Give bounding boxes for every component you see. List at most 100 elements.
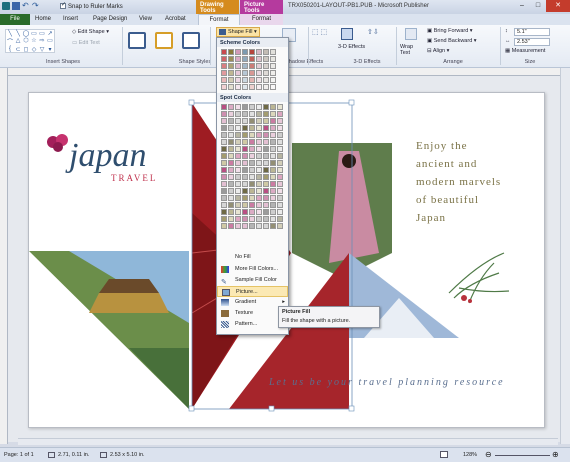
scheme-color-swatch[interactable] bbox=[235, 70, 241, 76]
three-d-tilt-icon[interactable]: ⬚ ⬚ bbox=[312, 28, 327, 36]
spot-color-swatch[interactable] bbox=[263, 223, 269, 229]
spot-color-swatch[interactable] bbox=[235, 104, 241, 110]
tagline-text[interactable]: Let us be your travel planning resource bbox=[269, 377, 505, 388]
zoom-in-button[interactable]: ⊕ bbox=[552, 450, 559, 459]
spot-color-swatch[interactable] bbox=[256, 174, 262, 180]
spot-color-swatch[interactable] bbox=[221, 209, 227, 215]
spot-color-swatch[interactable] bbox=[242, 132, 248, 138]
spot-color-swatch[interactable] bbox=[270, 202, 276, 208]
spot-color-swatch[interactable] bbox=[270, 174, 276, 180]
spot-color-swatch[interactable] bbox=[235, 153, 241, 159]
spot-color-swatch[interactable] bbox=[277, 153, 283, 159]
spot-color-swatch[interactable] bbox=[277, 139, 283, 145]
spot-color-swatch[interactable] bbox=[249, 125, 255, 131]
spot-color-swatch[interactable] bbox=[242, 160, 248, 166]
spot-color-swatch[interactable] bbox=[256, 223, 262, 229]
scheme-color-swatch[interactable] bbox=[235, 84, 241, 90]
scheme-color-swatch[interactable] bbox=[263, 84, 269, 90]
spot-color-swatch[interactable] bbox=[242, 202, 248, 208]
spot-color-swatch[interactable] bbox=[249, 209, 255, 215]
spot-color-swatch[interactable] bbox=[235, 188, 241, 194]
spot-color-swatch[interactable] bbox=[249, 188, 255, 194]
scheme-color-swatch[interactable] bbox=[235, 56, 241, 62]
maximize-button[interactable]: □ bbox=[530, 0, 546, 12]
spot-color-swatch[interactable] bbox=[235, 209, 241, 215]
spot-color-swatch[interactable] bbox=[221, 181, 227, 187]
spot-color-swatch[interactable] bbox=[263, 216, 269, 222]
spot-color-swatch[interactable] bbox=[235, 202, 241, 208]
tab-picture-format[interactable]: Format bbox=[240, 14, 283, 25]
spot-color-swatch[interactable] bbox=[270, 104, 276, 110]
spot-color-swatch[interactable] bbox=[256, 104, 262, 110]
horizontal-ruler[interactable] bbox=[8, 68, 570, 76]
three-d-nudge-icon[interactable]: ⇧⇩ bbox=[367, 28, 379, 36]
scheme-color-swatch[interactable] bbox=[256, 84, 262, 90]
spot-color-swatch[interactable] bbox=[235, 132, 241, 138]
spot-color-swatch[interactable] bbox=[256, 139, 262, 145]
spot-color-swatch[interactable] bbox=[270, 188, 276, 194]
spot-color-swatch[interactable] bbox=[242, 181, 248, 187]
scheme-color-swatch[interactable] bbox=[242, 56, 248, 62]
spot-color-swatch[interactable] bbox=[249, 195, 255, 201]
scheme-color-swatch[interactable] bbox=[249, 56, 255, 62]
scheme-color-swatch[interactable] bbox=[270, 56, 276, 62]
spot-color-swatch[interactable] bbox=[263, 174, 269, 180]
shapes-gallery[interactable]: ╲ ╲ ◯ ▭ ▭ ↗ ⌒ △ ⬡ ☆ ⇨ ▭ {⊂ ◻ ◇ ▽ ▾ bbox=[5, 29, 55, 53]
spot-color-swatch[interactable] bbox=[228, 118, 234, 124]
spot-color-swatch[interactable] bbox=[221, 118, 227, 124]
scheme-color-swatch[interactable] bbox=[256, 63, 262, 69]
spot-color-swatch[interactable] bbox=[242, 209, 248, 215]
spot-color-swatch[interactable] bbox=[221, 223, 227, 229]
spot-color-swatch[interactable] bbox=[249, 146, 255, 152]
scheme-color-swatch[interactable] bbox=[256, 56, 262, 62]
spot-color-swatch[interactable] bbox=[249, 132, 255, 138]
scheme-color-swatch[interactable] bbox=[256, 70, 262, 76]
spot-color-swatch[interactable] bbox=[221, 139, 227, 145]
scheme-color-swatch[interactable] bbox=[228, 77, 234, 83]
scheme-color-swatch[interactable] bbox=[242, 84, 248, 90]
spot-color-swatch[interactable] bbox=[235, 181, 241, 187]
spot-color-swatch[interactable] bbox=[256, 195, 262, 201]
spot-color-swatch[interactable] bbox=[256, 181, 262, 187]
spot-color-swatch[interactable] bbox=[235, 174, 241, 180]
spot-color-swatch[interactable] bbox=[256, 118, 262, 124]
headline-text[interactable]: Enjoy the ancient and modern marvels of … bbox=[416, 137, 501, 227]
scheme-color-swatch[interactable] bbox=[249, 84, 255, 90]
spot-color-swatch[interactable] bbox=[242, 153, 248, 159]
spot-color-swatch[interactable] bbox=[228, 111, 234, 117]
scheme-color-swatch[interactable] bbox=[221, 56, 227, 62]
spot-color-swatch[interactable] bbox=[242, 111, 248, 117]
tab-insert[interactable]: Insert bbox=[58, 14, 88, 25]
spot-color-swatch[interactable] bbox=[235, 118, 241, 124]
minimize-button[interactable]: – bbox=[514, 0, 530, 12]
shape-style-3[interactable] bbox=[182, 32, 200, 49]
spot-color-swatch[interactable] bbox=[235, 195, 241, 201]
save-icon[interactable] bbox=[12, 2, 20, 10]
spot-color-swatch[interactable] bbox=[228, 223, 234, 229]
spot-color-swatch[interactable] bbox=[277, 223, 283, 229]
scheme-color-swatch[interactable] bbox=[256, 77, 262, 83]
spot-color-swatch[interactable] bbox=[270, 111, 276, 117]
spot-color-swatch[interactable] bbox=[277, 104, 283, 110]
shape-height-input[interactable]: 5.1" bbox=[514, 28, 550, 36]
scheme-color-swatch[interactable] bbox=[228, 84, 234, 90]
spot-color-swatch[interactable] bbox=[249, 181, 255, 187]
scheme-color-swatch[interactable] bbox=[270, 77, 276, 83]
spot-color-swatch[interactable] bbox=[256, 146, 262, 152]
spot-color-swatch[interactable] bbox=[228, 181, 234, 187]
spot-color-swatch[interactable] bbox=[228, 125, 234, 131]
view-icon[interactable] bbox=[440, 451, 448, 458]
spot-color-swatch[interactable] bbox=[270, 139, 276, 145]
scheme-color-swatch[interactable] bbox=[242, 63, 248, 69]
scheme-color-swatch[interactable] bbox=[263, 49, 269, 55]
spot-color-swatch[interactable] bbox=[235, 160, 241, 166]
spot-color-swatch[interactable] bbox=[277, 174, 283, 180]
spot-color-swatch[interactable] bbox=[235, 146, 241, 152]
scheme-color-swatch[interactable] bbox=[221, 77, 227, 83]
spot-color-swatch[interactable] bbox=[263, 202, 269, 208]
undo-icon[interactable]: ↶ bbox=[22, 2, 30, 10]
spot-color-swatch[interactable] bbox=[249, 216, 255, 222]
scheme-color-swatch[interactable] bbox=[249, 63, 255, 69]
spot-color-swatch[interactable] bbox=[277, 160, 283, 166]
spot-color-swatch[interactable] bbox=[270, 181, 276, 187]
